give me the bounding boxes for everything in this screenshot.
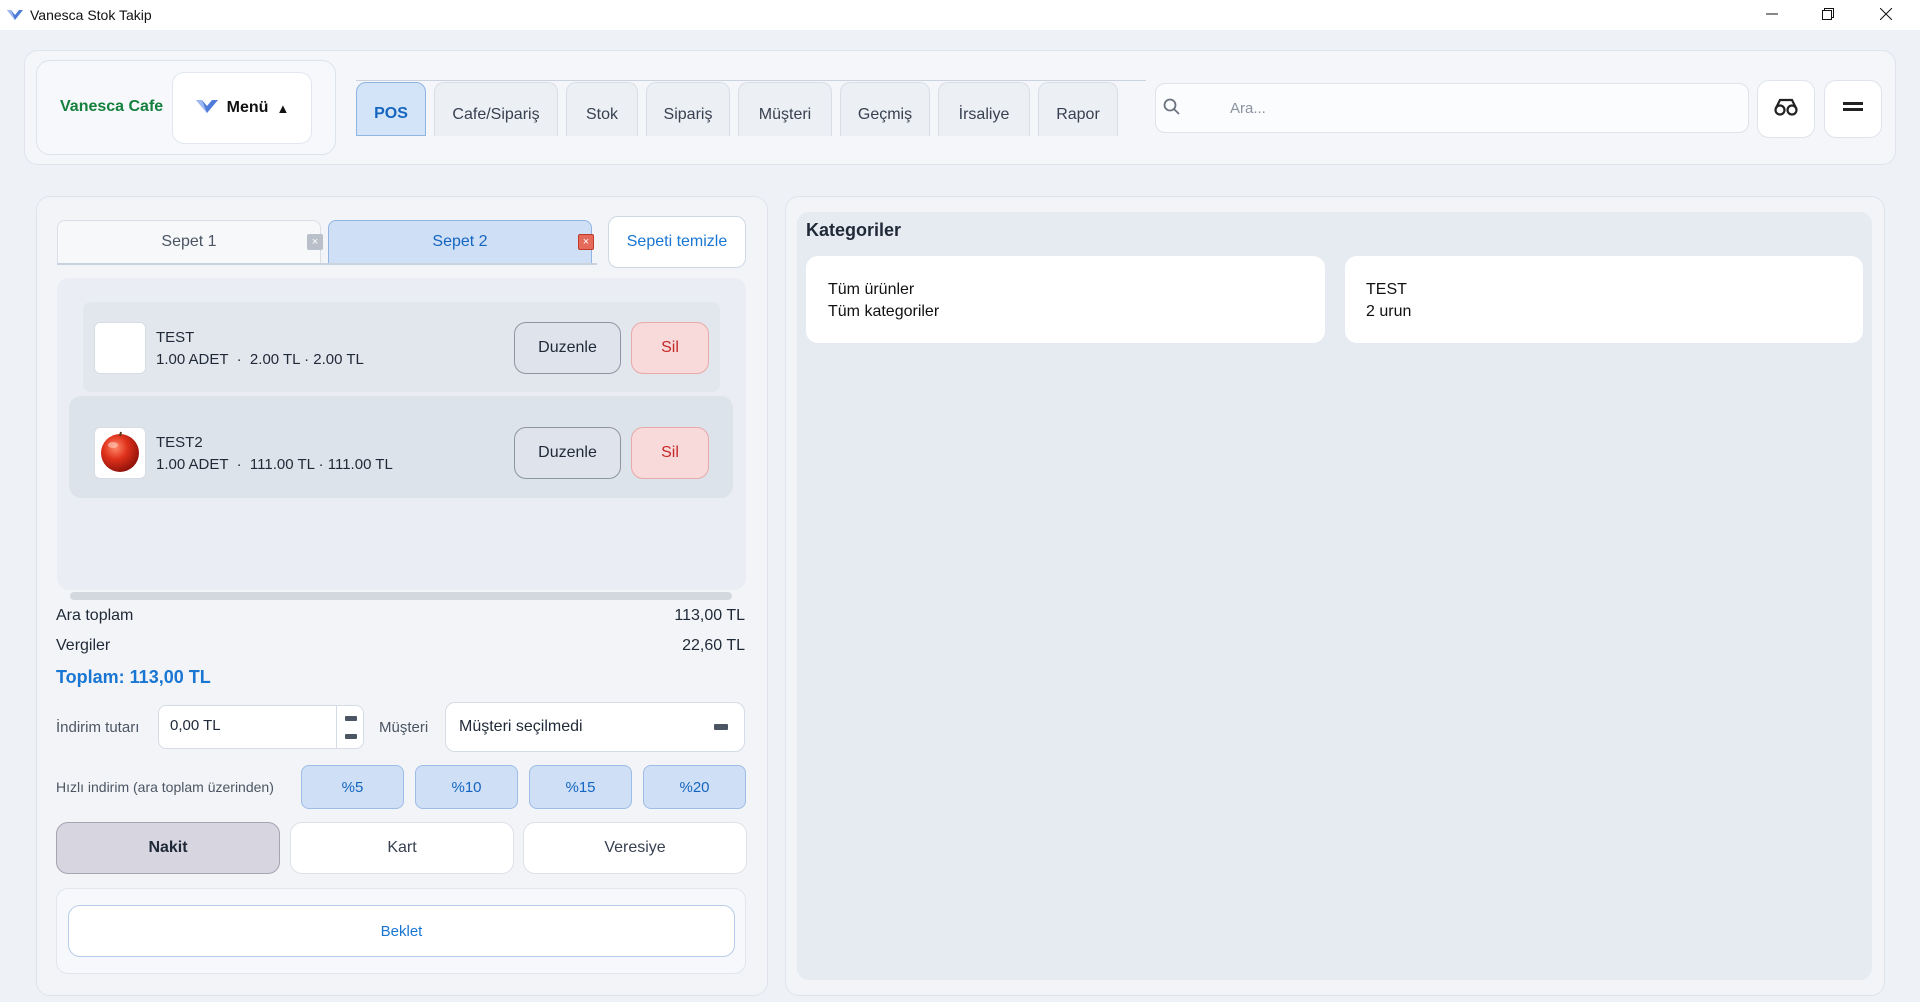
category-name: Tüm ürünler (828, 281, 915, 298)
tab-siparis[interactable]: Sipariş (646, 82, 730, 136)
quick-discount-15-button[interactable]: %15 (529, 765, 632, 809)
discount-input[interactable] (170, 717, 320, 734)
tab-label: Geçmiş (857, 105, 913, 123)
cart-scrollbar[interactable] (70, 592, 732, 600)
discount-stepper[interactable] (336, 705, 364, 749)
close-cart-tab-2-icon[interactable]: × (578, 234, 594, 250)
tab-label: Sipariş (663, 105, 713, 123)
hamburger-menu-icon (1843, 100, 1863, 118)
pay-credit-button[interactable]: Veresiye (523, 822, 747, 874)
product-thumbnail (94, 427, 146, 479)
quick-discount-label: Hızlı indirim (ara toplam üzerinden) (56, 779, 274, 795)
category-card-test[interactable] (1345, 256, 1863, 343)
discount-label: İndirim tutarı (56, 719, 140, 736)
tab-musteri[interactable]: Müşteri (738, 82, 832, 136)
tab-label: Rapor (1056, 105, 1100, 123)
minimize-icon (1766, 7, 1778, 24)
category-subtitle: 2 urun (1366, 303, 1412, 320)
tab-stok[interactable]: Stok (566, 82, 638, 136)
tab-pos[interactable]: POS (356, 82, 426, 136)
minimize-button[interactable] (1744, 0, 1800, 30)
restore-icon (1822, 7, 1834, 24)
customer-value: Müşteri seçilmedi (459, 718, 583, 735)
delete-item-button[interactable]: Sil (631, 322, 709, 374)
item-name: TEST (156, 329, 195, 346)
quick-discount-20-button[interactable]: %20 (643, 765, 746, 809)
dropdown-icon (714, 724, 728, 730)
categories-title: Kategoriler (806, 220, 902, 240)
item-meta: 1.00 ADET · 111.00 TL · 111.00 TL (156, 456, 393, 473)
product-thumbnail (94, 322, 146, 374)
tab-label: POS (374, 105, 408, 122)
edit-item-button[interactable]: Duzenle (514, 322, 621, 374)
stepper-down-icon[interactable] (345, 734, 357, 739)
glasses-icon (1773, 97, 1799, 121)
quick-discount-5-button[interactable]: %5 (301, 765, 404, 809)
tab-label: Müşteri (758, 105, 812, 123)
subtotal-label: Ara toplam (56, 607, 134, 624)
hold-button[interactable]: Beklet (68, 905, 735, 957)
restore-button[interactable] (1800, 0, 1856, 30)
item-meta: 1.00 ADET · 2.00 TL · 2.00 TL (156, 351, 364, 368)
close-icon (1879, 7, 1893, 24)
glasses-button[interactable] (1757, 80, 1815, 138)
title-bar: Vanesca Stok Takip (0, 0, 1920, 30)
cart-tabs-divider (57, 263, 597, 265)
tab-cafe-siparis[interactable]: Cafe/Sipariş (434, 82, 558, 136)
item-name: TEST2 (156, 434, 203, 451)
vanesca-logo-icon (195, 97, 219, 120)
search-icon (1163, 98, 1181, 120)
tab-irsaliye[interactable]: İrsaliye (938, 82, 1030, 136)
cart-tab-1[interactable]: Sepet 1 (57, 220, 321, 264)
category-card-all[interactable] (806, 256, 1325, 343)
close-window-button[interactable] (1858, 0, 1914, 30)
close-cart-tab-1-icon[interactable]: × (307, 234, 323, 250)
window-title: Vanesca Stok Takip (30, 7, 152, 23)
edit-item-button[interactable]: Duzenle (514, 427, 621, 479)
clear-cart-button[interactable]: Sepeti temizle (608, 216, 746, 268)
quick-discount-10-button[interactable]: %10 (415, 765, 518, 809)
brand-name: Vanesca Cafe (60, 98, 164, 115)
tabs-divider (356, 80, 1146, 81)
tab-gecmis[interactable]: Geçmiş (840, 82, 930, 136)
total-amount: Toplam: 113,00 TL (56, 667, 211, 687)
main-menu-button[interactable] (1824, 80, 1882, 138)
tax-value: 22,60 TL (682, 637, 745, 654)
subtotal-value: 113,00 TL (674, 607, 745, 624)
category-subtitle: Tüm kategoriler (828, 303, 940, 320)
menu-button[interactable]: Menü ▲ (172, 72, 312, 144)
menu-label: Menü (226, 99, 269, 116)
pay-cash-button[interactable]: Nakit (56, 822, 280, 874)
cart-tab-label: Sepet 1 (161, 233, 217, 250)
delete-item-button[interactable]: Sil (631, 427, 709, 479)
cart-tab-2[interactable]: Sepet 2 (328, 220, 592, 264)
search-input[interactable] (1230, 96, 1730, 120)
vanesca-logo-icon (6, 6, 24, 24)
category-name: TEST (1366, 281, 1407, 298)
tab-rapor[interactable]: Rapor (1038, 82, 1118, 136)
stepper-up-icon[interactable] (345, 716, 357, 721)
tab-label: Stok (585, 105, 618, 123)
pay-card-button[interactable]: Kart (290, 822, 514, 874)
apple-icon (97, 428, 143, 478)
tab-label: Cafe/Sipariş (452, 105, 540, 123)
cart-item (83, 302, 720, 392)
customer-label: Müşteri (379, 719, 429, 736)
tax-label: Vergiler (56, 637, 111, 654)
tab-label: İrsaliye (958, 105, 1010, 123)
cart-tab-label: Sepet 2 (432, 233, 488, 250)
caret-up-icon: ▲ (276, 100, 290, 116)
